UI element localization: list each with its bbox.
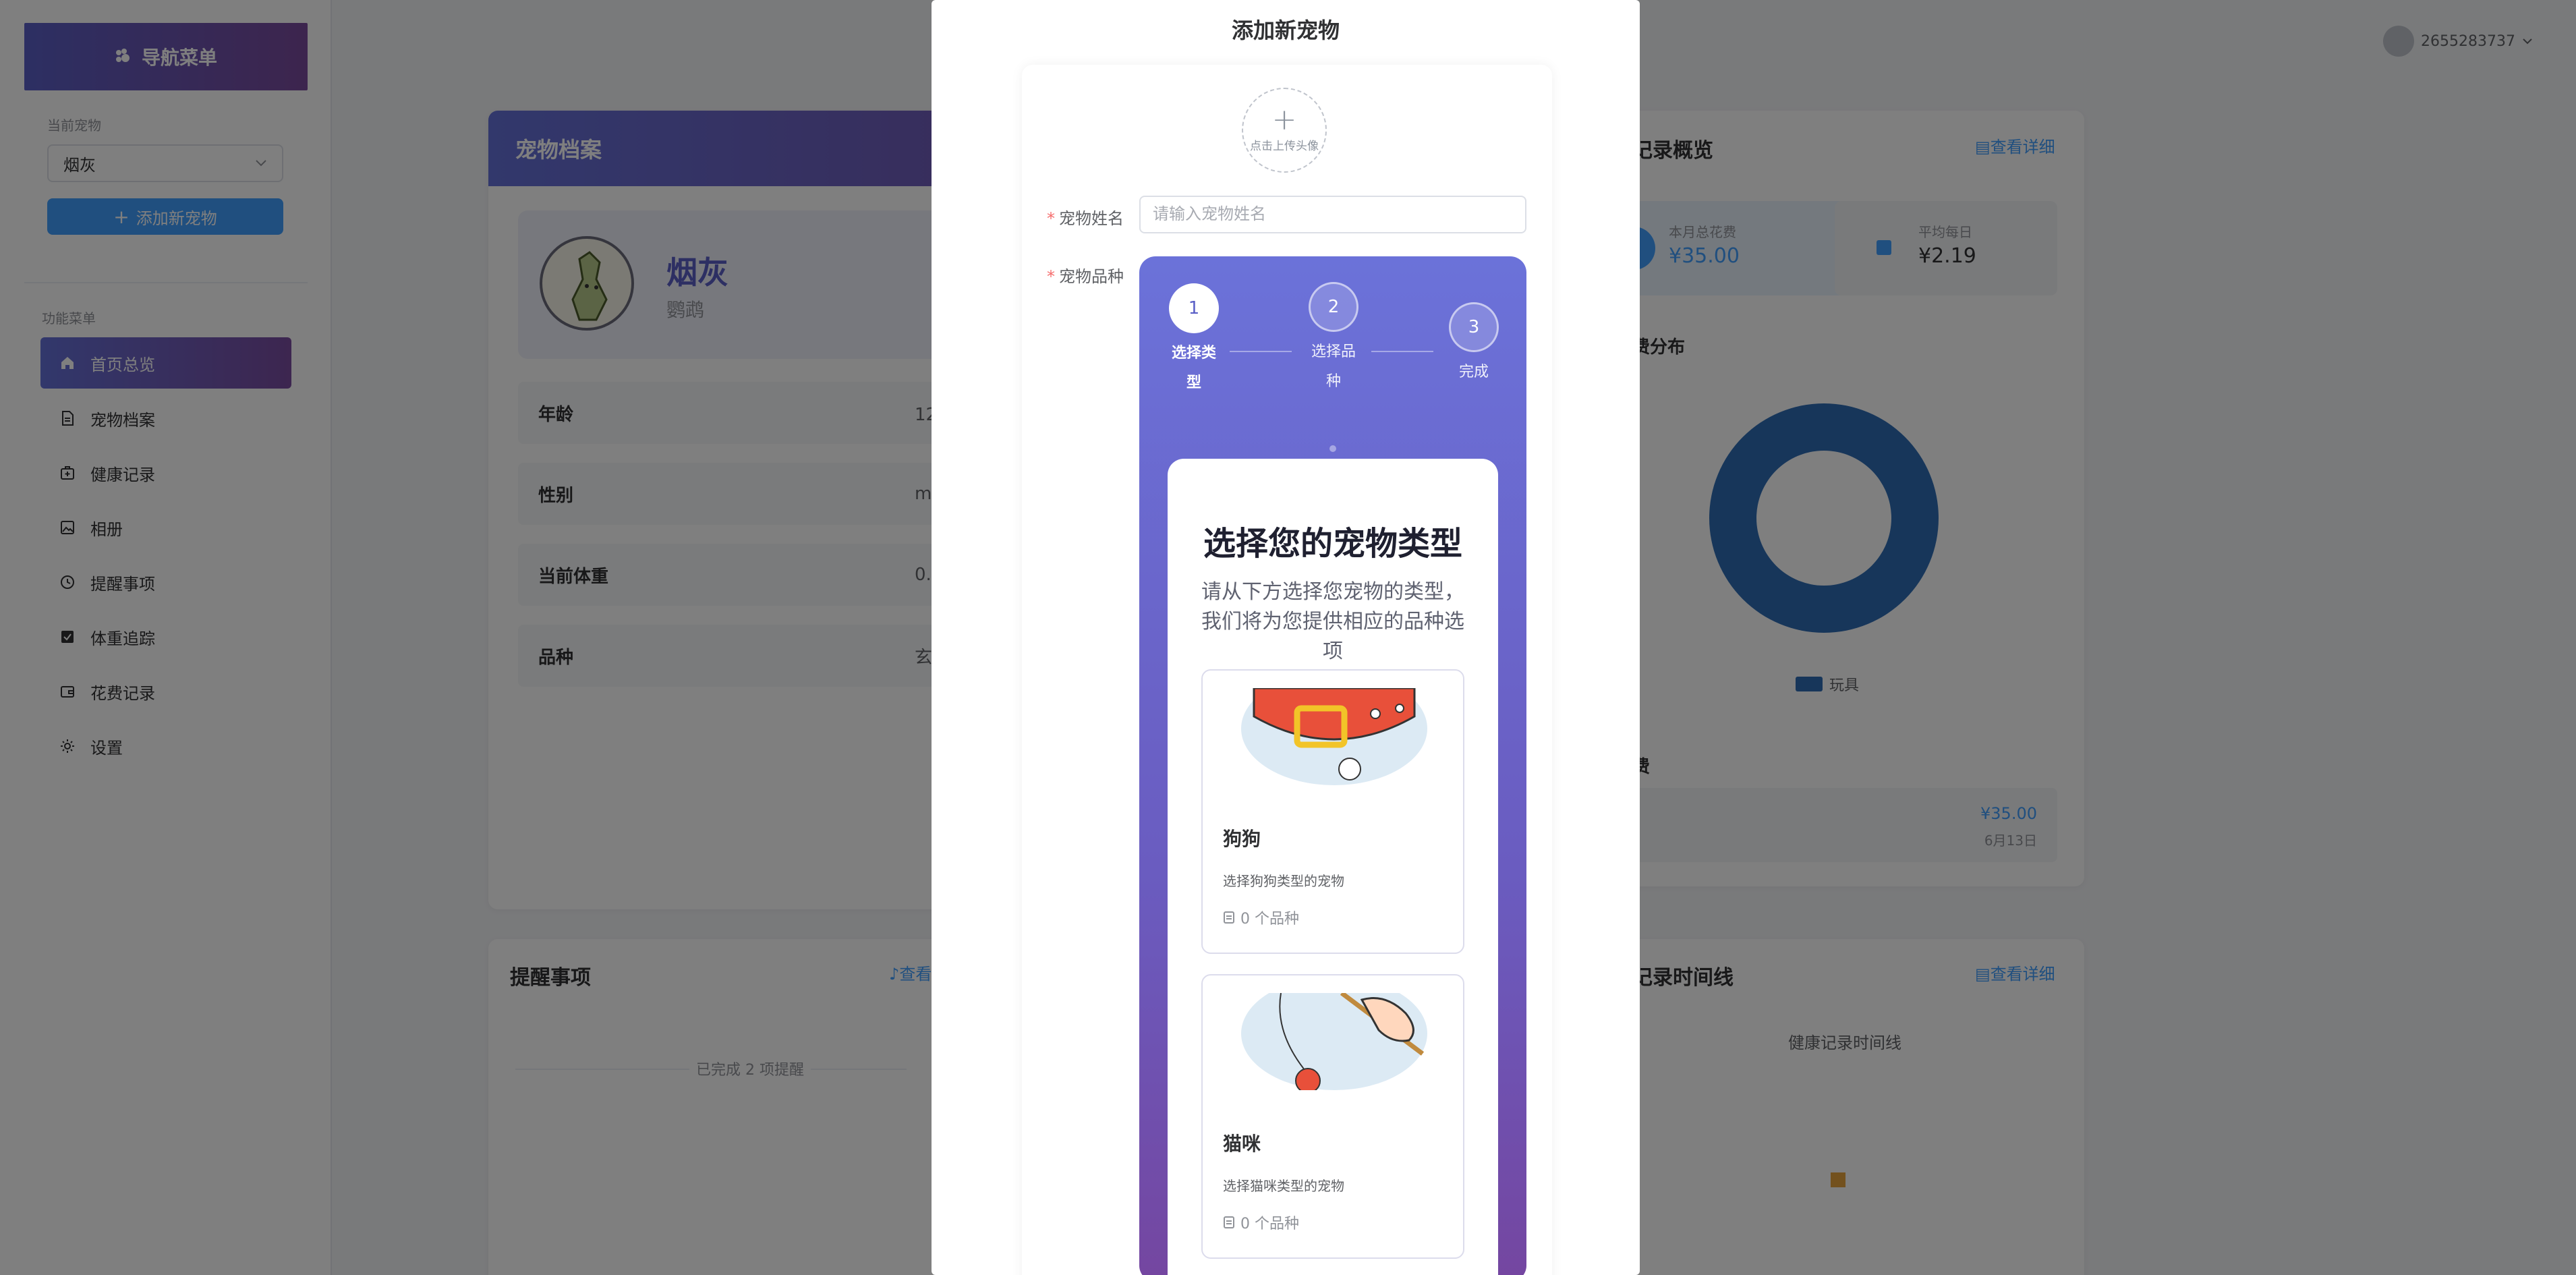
label-text: 宠物姓名 (1059, 209, 1124, 228)
step-number: 3 (1449, 302, 1499, 352)
breed-count: 0 个品种 (1223, 907, 1299, 928)
cat-toy-illustration (1240, 993, 1428, 1090)
dialog-title: 添加新宠物 (1231, 18, 1340, 43)
breed-count: 0 个品种 (1223, 1212, 1299, 1233)
step-label: 选择类型 (1171, 345, 1216, 391)
required-mark: * (1047, 209, 1055, 228)
pet-name-label: * 宠物姓名 (1047, 205, 1124, 229)
progress-dot (1329, 445, 1336, 452)
type-card-dog[interactable]: 狗狗 选择狗狗类型的宠物 0 个品种 (1201, 669, 1464, 954)
list-icon (1224, 911, 1234, 924)
step-3[interactable]: 3 完成 (1440, 302, 1508, 387)
pet-name-input[interactable] (1139, 196, 1526, 233)
step-number: 2 (1309, 282, 1358, 332)
pet-breed-label: * 宠物品种 (1047, 263, 1124, 287)
step-connector (1371, 351, 1433, 352)
step-1[interactable]: 1 选择类型 (1160, 283, 1228, 398)
step-label: 完成 (1458, 364, 1489, 380)
type-description: 选择狗狗类型的宠物 (1223, 873, 1344, 889)
upload-text: 点击上传头像 (1250, 139, 1319, 153)
list-icon (1224, 1216, 1234, 1228)
step-label: 选择品种 (1311, 343, 1356, 390)
type-card-cat[interactable]: 猫咪 选择猫咪类型的宠物 0 个品种 (1201, 974, 1464, 1259)
type-description: 选择猫咪类型的宠物 (1223, 1178, 1344, 1194)
wizard-body: 选择您的宠物类型 请从下方选择您宠物的类型，我们将为您提供相应的品种选项 狗狗 … (1168, 459, 1498, 1275)
wizard-title: 选择您的宠物类型 (1203, 525, 1462, 563)
step-number: 1 (1169, 283, 1219, 333)
required-mark: * (1047, 267, 1055, 286)
dog-collar-illustration (1240, 688, 1428, 785)
breed-wizard: 1 选择类型 2 选择品种 3 完成 选择您的宠物类型 请从下方选择您宠物的类型… (1139, 256, 1526, 1275)
type-name: 狗狗 (1223, 828, 1261, 850)
step-connector (1230, 351, 1292, 352)
wizard-description: 请从下方选择您宠物的类型，我们将为您提供相应的品种选项 (1201, 580, 1464, 663)
breed-count-text: 0 个品种 (1240, 911, 1299, 928)
label-text: 宠物品种 (1059, 267, 1124, 286)
breed-count-text: 0 个品种 (1240, 1216, 1299, 1232)
avatar-upload[interactable]: + 点击上传头像 (1242, 88, 1327, 173)
plus-icon: + (1271, 102, 1297, 137)
type-name: 猫咪 (1223, 1133, 1261, 1155)
step-2[interactable]: 2 选择品种 (1300, 282, 1367, 397)
